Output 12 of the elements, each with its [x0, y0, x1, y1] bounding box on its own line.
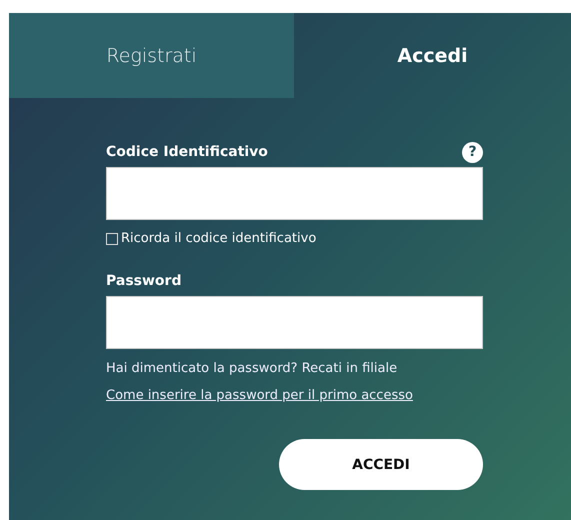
field-label: Password	[106, 273, 182, 289]
submit-button[interactable]: ACCEDI	[279, 439, 483, 490]
forgot-text: Hai dimenticato la password? Recati in filiale	[106, 361, 398, 376]
tab[interactable]: Accedi	[294, 13, 571, 98]
password-field[interactable]	[106, 296, 483, 349]
checkbox-label: Ricorda il codice identificativo	[121, 231, 316, 246]
first-access-link[interactable]: Come inserire la password per il primo accesso	[106, 388, 413, 403]
input-field[interactable]	[106, 167, 483, 220]
checkbox[interactable]	[106, 232, 118, 244]
help-icon[interactable]: ?	[462, 142, 483, 162]
field-label: Codice Identificativo	[106, 144, 268, 160]
tab[interactable]: Registrati	[9, 13, 294, 98]
